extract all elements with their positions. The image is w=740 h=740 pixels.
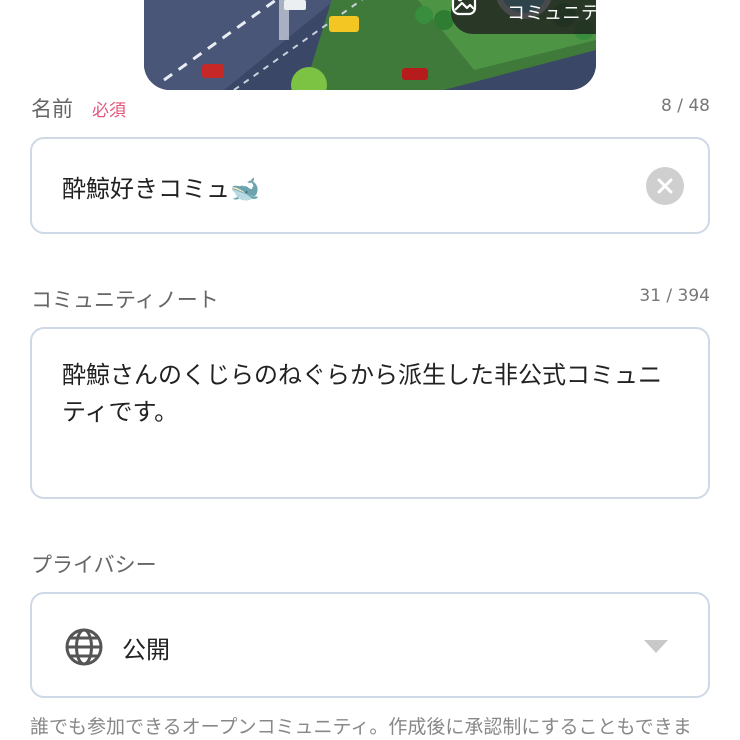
name-char-counter: 8 / 48 [661,96,710,116]
community-note-value[interactable]: 酔鯨さんのくじらのねぐらから派生した非公式コミュニティです。 [62,357,682,431]
note-char-counter: 31 / 394 [639,286,710,306]
name-input-value[interactable]: 酔鯨好きコミュ🐋 [62,169,260,204]
clear-icon [657,178,673,194]
privacy-hint-text: 誰でも参加できるオープンコミュニティ。作成後に承認制にすることもできま [30,716,692,738]
privacy-select[interactable]: 公開 [30,592,710,698]
name-field-label: 名前 [31,97,73,121]
chevron-down-icon[interactable] [644,640,668,653]
image-edit-icon [451,0,495,26]
community-cover-image[interactable]: コミュニティ画像を変更 [144,0,596,90]
privacy-selected-value: 公開 [122,636,170,664]
required-badge: 必須 [92,101,126,121]
change-image-label: コミュニティ画像を変更 [507,3,596,24]
community-note-textarea[interactable]: 酔鯨さんのくじらのねぐらから派生した非公式コミュニティです。 [30,327,710,499]
privacy-field-label: プライバシー [31,553,157,577]
clear-name-button[interactable] [646,167,684,205]
name-input[interactable]: 酔鯨好きコミュ🐋 [30,137,710,234]
change-community-image-button[interactable]: コミュニティ画像を変更 [451,0,596,34]
globe-icon [65,628,103,666]
note-field-label: コミュニティノート [31,288,219,312]
